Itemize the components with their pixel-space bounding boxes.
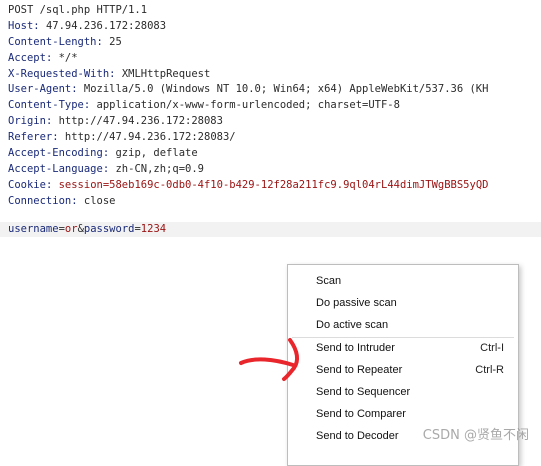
header-line-user-agent: User-Agent: Mozilla/5.0 (Windows NT 10.0… (8, 83, 489, 96)
menu-item-label: Do active scan (316, 319, 389, 331)
header-line-cookie: Cookie: session=58eb169c-0db0-4f10-b429-… (8, 178, 489, 191)
header-value: gzip, deflate (115, 147, 198, 160)
menu-item-label: Do passive scan (316, 297, 397, 309)
menu-item-label: Send to Comparer (316, 408, 406, 420)
menu-item-label: Send to Sequencer (316, 386, 411, 398)
header-value: application/x-www-form-urlencoded; chars… (96, 99, 400, 112)
header-line-accept: Accept: */* (8, 51, 78, 64)
param-key: username (8, 222, 59, 235)
menu-item-label: Send to Repeater (316, 364, 403, 376)
header-line-origin: Origin: http://47.94.236.172:28083 (8, 115, 223, 128)
request-editor[interactable]: POST /sql.php HTTP/1.1 Host: 47.94.236.1… (0, 3, 541, 238)
header-value: close (83, 194, 116, 207)
header-value: XMLHttpRequest (121, 67, 211, 80)
header-name: Accept-Encoding (8, 147, 103, 160)
menu-item-do-passive-scan[interactable]: Do passive scan (288, 292, 518, 314)
header-value: 25 (109, 35, 122, 48)
menu-item-send-to-intruder[interactable]: Send to Intruder Ctrl-I (288, 337, 518, 359)
param-value: 1234 (140, 222, 167, 235)
header-value: */* (58, 51, 78, 64)
menu-item-send-to-comparer[interactable]: Send to Comparer (288, 403, 518, 425)
header-name: Host (8, 19, 34, 32)
header-line-host: Host: 47.94.236.172:28083 (8, 19, 167, 32)
param-value: or (64, 222, 78, 235)
menu-item-scan[interactable]: Scan (288, 270, 518, 292)
menu-item-label: Send to Intruder (316, 342, 395, 354)
header-value: zh-CN,zh;q=0.9 (115, 162, 204, 175)
menu-item-shortcut: Ctrl-R (475, 364, 504, 376)
header-value: session=58eb169c-0db0-4f10-b429-12f28a21… (58, 178, 489, 191)
header-name: Referer (8, 131, 53, 144)
header-name: Origin (8, 115, 46, 128)
menu-item-send-to-sequencer[interactable]: Send to Sequencer (288, 381, 518, 403)
header-name: Accept (8, 51, 46, 64)
header-line-content-length: Content-Length: 25 (8, 35, 122, 48)
watermark: CSDN @贤鱼不闲 (422, 428, 529, 443)
header-name: User-Agent (8, 83, 72, 96)
header-name: Content-Type (8, 99, 84, 112)
menu-item-do-active-scan[interactable]: Do active scan (288, 314, 518, 336)
header-value: 47.94.236.172:28083 (45, 19, 167, 32)
menu-item-label: Send to Decoder (316, 430, 399, 442)
header-name: Accept-Language (8, 162, 103, 175)
menu-item-send-to-repeater[interactable]: Send to Repeater Ctrl-R (288, 359, 518, 381)
request-line: POST /sql.php HTTP/1.1 (8, 3, 541, 19)
request-body: username=or&password=1234 (0, 221, 541, 238)
header-value: http://47.94.236.172:28083/ (64, 131, 236, 144)
header-line-accept-encoding: Accept-Encoding: gzip, deflate (8, 147, 198, 160)
param-key: password (83, 222, 135, 235)
header-value: Mozilla/5.0 (Windows NT 10.0; Win64; x64… (83, 83, 489, 96)
red-arrow-annotation-icon (239, 338, 300, 381)
header-name: X-Requested-With (8, 67, 110, 80)
header-name: Connection (8, 194, 72, 207)
header-line-accept-language: Accept-Language: zh-CN,zh;q=0.9 (8, 162, 204, 175)
header-line-x-requested-with: X-Requested-With: XMLHttpRequest (8, 67, 211, 80)
menu-item-label: Scan (316, 275, 342, 287)
header-name: Content-Length (8, 35, 97, 48)
menu-item-shortcut: Ctrl-I (480, 342, 504, 354)
header-line-referer: Referer: http://47.94.236.172:28083/ (8, 131, 236, 144)
header-value: http://47.94.236.172:28083 (58, 115, 223, 128)
request-line-text: POST /sql.php HTTP/1.1 (8, 4, 148, 16)
header-line-content-type: Content-Type: application/x-www-form-url… (8, 99, 400, 112)
header-line-connection: Connection: close (8, 194, 116, 207)
header-name: Cookie (8, 178, 46, 191)
